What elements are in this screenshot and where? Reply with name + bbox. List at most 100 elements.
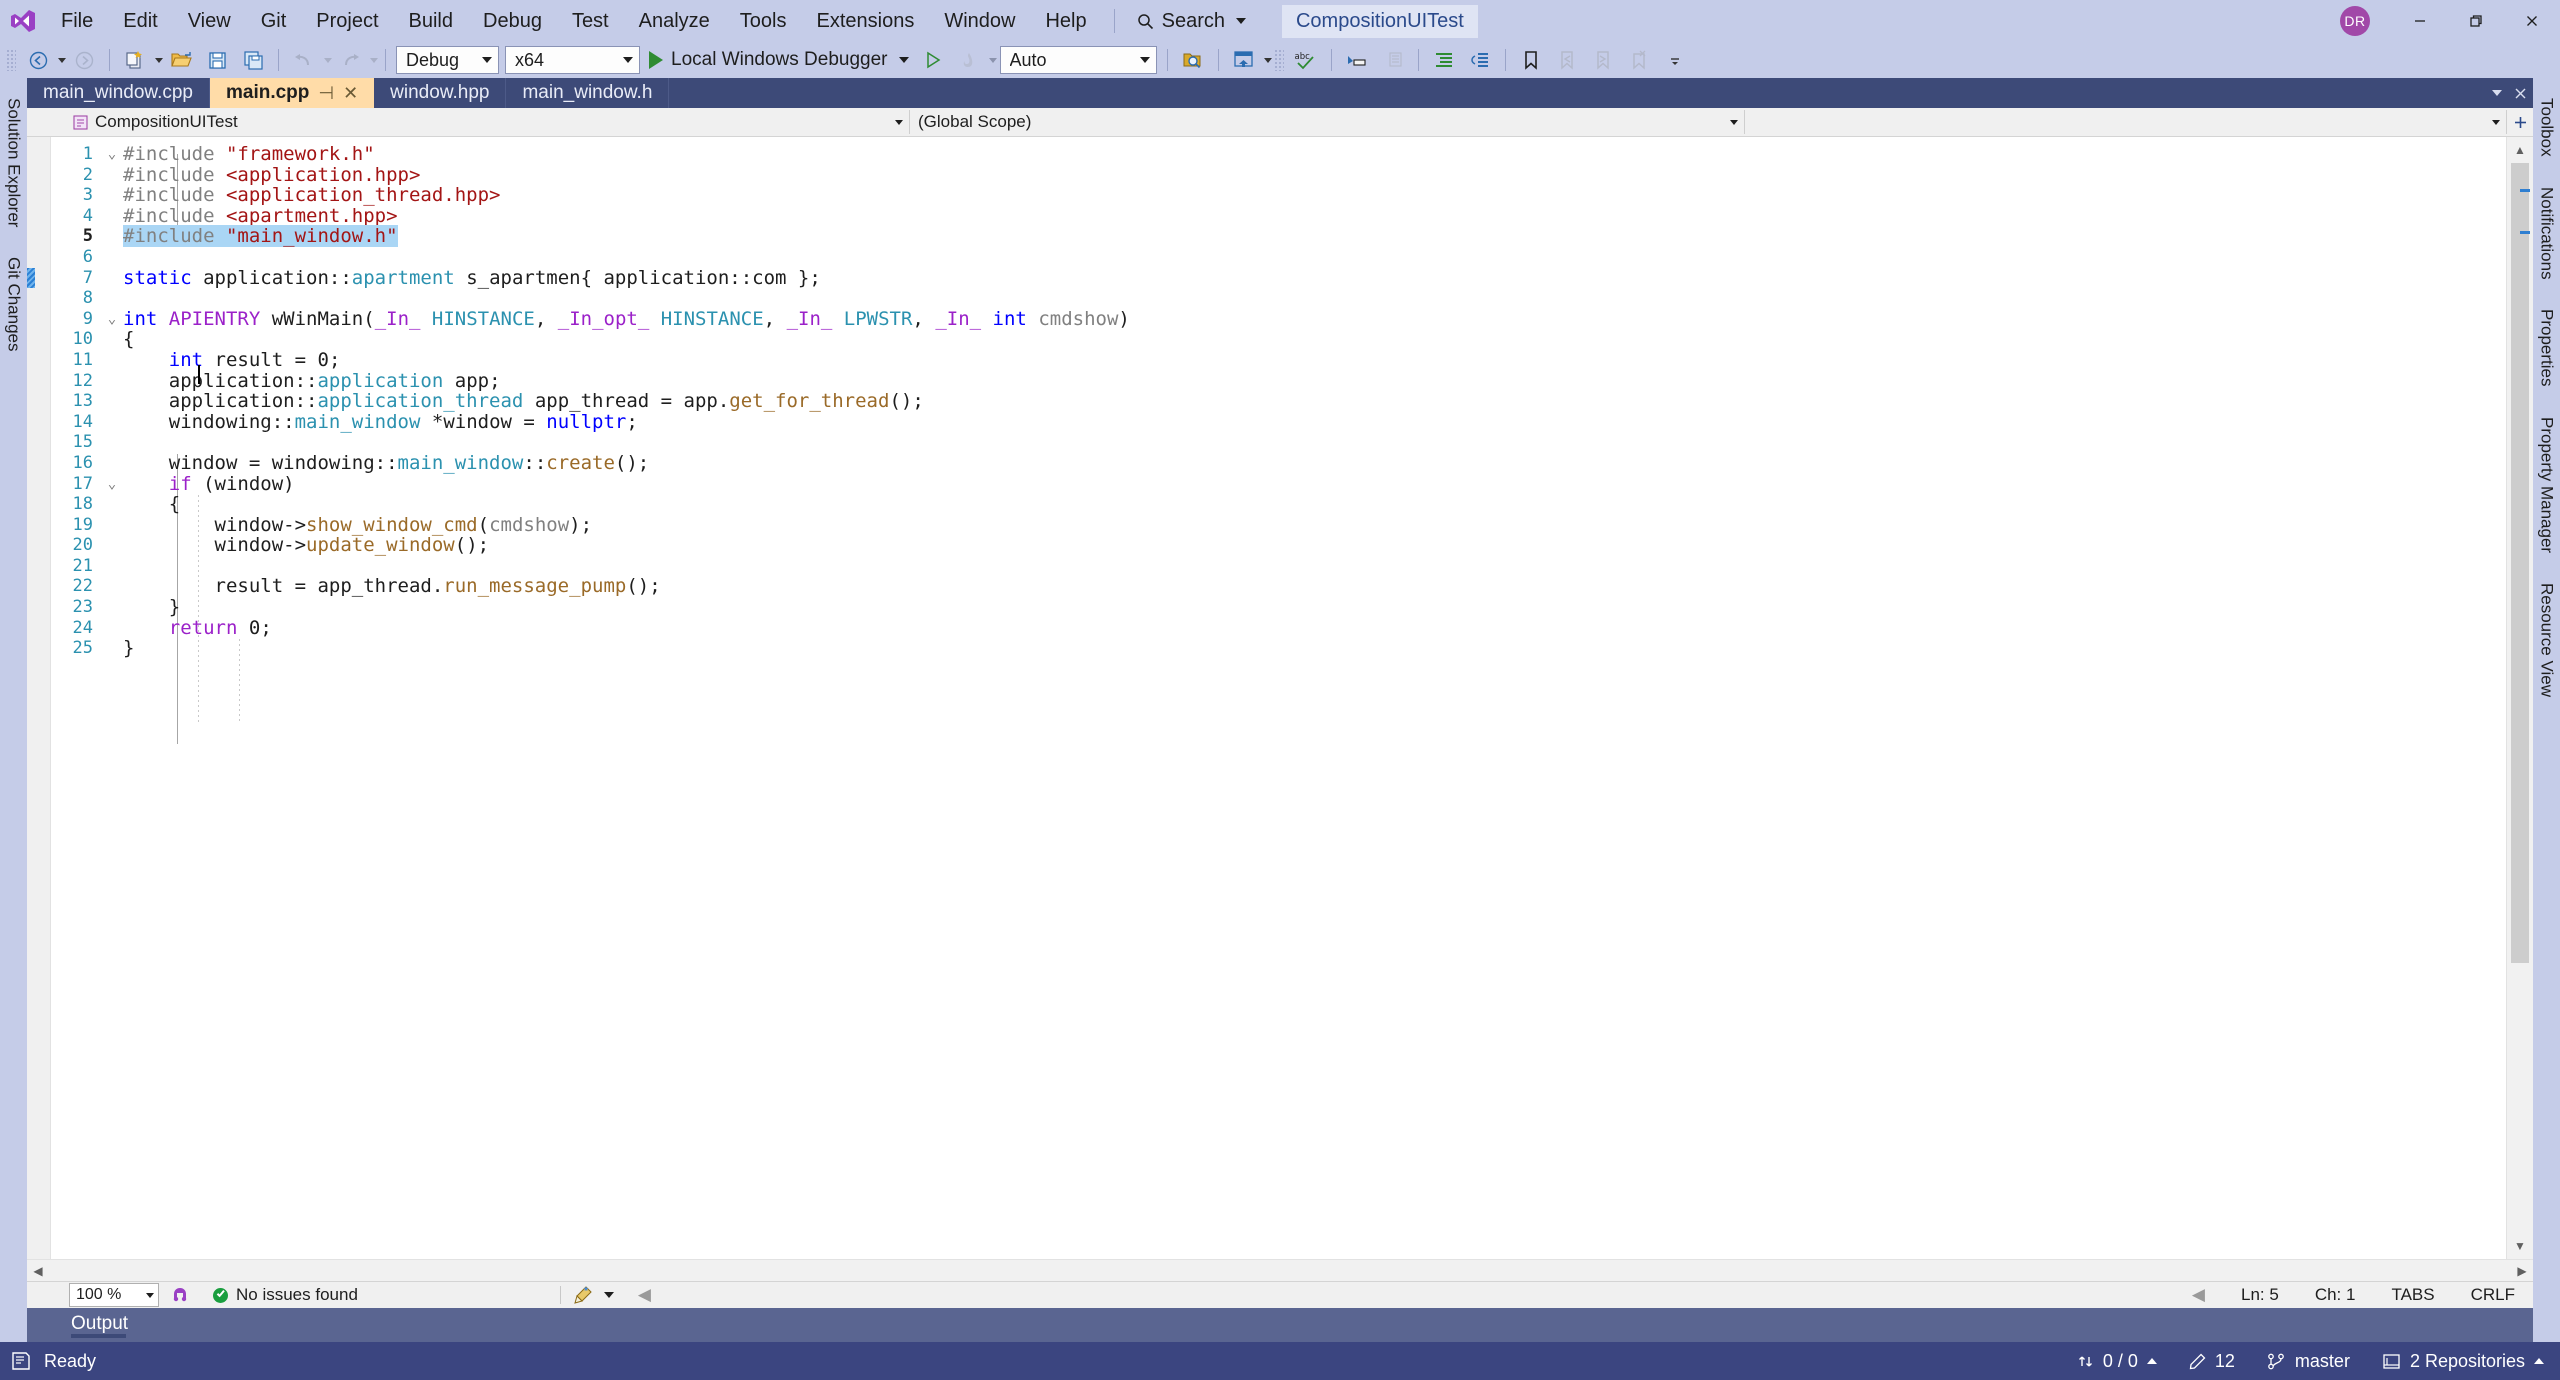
search-button[interactable]: Search: [1127, 5, 1256, 37]
pending-changes[interactable]: 12: [2173, 1342, 2251, 1380]
menu-tools[interactable]: Tools: [725, 0, 802, 42]
collapse-right-icon[interactable]: ◀: [2174, 1285, 2223, 1305]
code-line[interactable]: 7 static application::apartment s_apartme…: [27, 267, 2506, 289]
scroll-right-icon[interactable]: ▶: [2511, 1264, 2533, 1278]
menu-build[interactable]: Build: [394, 0, 468, 42]
code-line[interactable]: 13 application::application_thread app_t…: [27, 391, 2506, 412]
code-line[interactable]: 15: [27, 432, 2506, 453]
code-line[interactable]: 18 {: [27, 494, 2506, 515]
scroll-left-icon[interactable]: ◀: [27, 1264, 49, 1278]
vertical-scroll-thumb[interactable]: [2511, 163, 2529, 963]
new-project-icon[interactable]: [117, 45, 153, 75]
menu-git[interactable]: Git: [246, 0, 302, 42]
hot-reload-dropdown-icon[interactable]: [988, 57, 997, 63]
start-without-debugging-icon[interactable]: [915, 45, 951, 75]
repository-selector[interactable]: 2 Repositories: [2366, 1342, 2560, 1380]
vertical-scroll-track[interactable]: [2507, 163, 2533, 1233]
minimize-icon[interactable]: [2392, 0, 2448, 42]
code-line[interactable]: 17 ⌄ if (window): [27, 473, 2506, 495]
toolbar-grip[interactable]: [6, 49, 16, 71]
member-combo[interactable]: [1745, 110, 2507, 134]
menu-view[interactable]: View: [173, 0, 246, 42]
uncomment-icon[interactable]: [1375, 45, 1411, 75]
save-all-icon[interactable]: [235, 45, 271, 75]
branch-selector[interactable]: master: [2251, 1342, 2366, 1380]
spell-check-icon[interactable]: abc: [1288, 45, 1324, 75]
code-line[interactable]: 1 ⌄ #include "framework.h": [27, 144, 2506, 165]
menu-analyze[interactable]: Analyze: [624, 0, 725, 42]
tab-main-cpp[interactable]: main.cpp ⊣ ✕: [209, 78, 375, 108]
source-control-sync[interactable]: 0 / 0: [2061, 1342, 2173, 1380]
next-bookmark-icon[interactable]: [1585, 45, 1621, 75]
sidebar-item-notifications[interactable]: Notifications: [2532, 172, 2560, 294]
tab-window-hpp[interactable]: window.hpp: [374, 78, 507, 108]
tab-output[interactable]: Output: [67, 1308, 140, 1338]
code-line[interactable]: 11 int result = 0;: [27, 350, 2506, 371]
indent-icon[interactable]: [1426, 45, 1462, 75]
code-line[interactable]: 2 #include <application.hpp>: [27, 164, 2506, 186]
code-line[interactable]: 16 window = windowing::main_window::crea…: [27, 453, 2506, 474]
sidebar-item-toolbox[interactable]: Toolbox: [2532, 84, 2560, 171]
bookmark-icon[interactable]: [1513, 45, 1549, 75]
find-in-files-icon[interactable]: [1175, 45, 1211, 75]
close-icon[interactable]: ✕: [343, 83, 358, 104]
tab-main-window-h[interactable]: main_window.h: [506, 78, 670, 108]
menu-extensions[interactable]: Extensions: [801, 0, 929, 42]
code-line[interactable]: 23 }: [27, 597, 2506, 618]
menu-help[interactable]: Help: [1030, 0, 1101, 42]
fold-collapse-icon[interactable]: ⌄: [101, 474, 123, 495]
menu-project[interactable]: Project: [301, 0, 393, 42]
zoom-combo[interactable]: 100 %: [69, 1283, 159, 1307]
menu-debug[interactable]: Debug: [468, 0, 557, 42]
configuration-combo[interactable]: Debug: [396, 46, 499, 74]
code-line[interactable]: 21: [27, 556, 2506, 577]
back-icon[interactable]: [20, 45, 56, 75]
editor-vertical-scrollbar[interactable]: ▲ ▼: [2506, 137, 2533, 1259]
scroll-up-icon[interactable]: ▲: [2507, 137, 2533, 163]
sidebar-item-git-changes[interactable]: Git Changes: [0, 243, 28, 366]
code-line[interactable]: 10 {: [27, 329, 2506, 350]
toolbar-grip-2[interactable]: [1273, 49, 1284, 71]
project-combo[interactable]: CompositionUITest: [65, 110, 910, 134]
open-file-icon[interactable]: [163, 45, 199, 75]
scope-combo[interactable]: (Global Scope): [910, 110, 1745, 134]
prev-bookmark-icon[interactable]: [1549, 45, 1585, 75]
process-combo[interactable]: Auto: [999, 46, 1157, 74]
fold-collapse-icon[interactable]: ⌄: [101, 144, 123, 165]
pin-icon[interactable]: ⊣: [318, 83, 334, 104]
sidebar-item-resource-view[interactable]: Resource View: [2532, 568, 2560, 711]
code-line[interactable]: 25}: [27, 638, 2506, 659]
menu-test[interactable]: Test: [557, 0, 624, 42]
screen-reader-icon[interactable]: [159, 1286, 201, 1304]
editor-horizontal-scrollbar[interactable]: ◀ ▶: [27, 1259, 2533, 1281]
code-editor[interactable]: 1 ⌄ #include "framework.h" 2 #include <appli…: [27, 137, 2506, 1259]
platform-combo[interactable]: x64: [505, 46, 640, 74]
code-line[interactable]: 9 ⌄ int APIENTRY wWinMain(_In_ HINSTANCE, …: [27, 308, 2506, 330]
code-line[interactable]: 19 window->show_window_cmd(cmdshow);: [27, 514, 2506, 536]
indent-mode-indicator[interactable]: TABS: [2373, 1285, 2452, 1305]
window-layout-icon[interactable]: [1226, 45, 1262, 75]
code-line[interactable]: 22 result = app_thread.run_message_pump(…: [27, 576, 2506, 597]
code-line[interactable]: 14 windowing::main_window *window = null…: [27, 411, 2506, 433]
code-line[interactable]: 6: [27, 247, 2506, 268]
window-layout-dropdown-icon[interactable]: [1263, 57, 1272, 63]
code-line[interactable]: 3 #include <application_thread.hpp>: [27, 185, 2506, 206]
new-project-dropdown-icon[interactable]: [155, 57, 163, 63]
code-line[interactable]: 24 return 0;: [27, 617, 2506, 639]
code-line[interactable]: 4 #include <apartment.hpp>: [27, 205, 2506, 227]
restore-icon[interactable]: [2448, 0, 2504, 42]
code-line[interactable]: 12 application::application app;: [27, 370, 2506, 392]
sidebar-item-property-manager[interactable]: Property Manager: [2532, 402, 2560, 567]
close-icon[interactable]: [2504, 0, 2560, 42]
close-document-icon[interactable]: [2514, 87, 2527, 100]
forward-icon[interactable]: [66, 45, 102, 75]
menu-edit[interactable]: Edit: [108, 0, 172, 42]
collapse-left-icon[interactable]: ◀: [626, 1285, 663, 1305]
redo-icon[interactable]: [332, 45, 368, 75]
tab-main-window-cpp[interactable]: main_window.cpp: [27, 78, 210, 108]
undo-dropdown-icon[interactable]: [324, 57, 332, 63]
clear-bookmarks-icon[interactable]: [1621, 45, 1657, 75]
sidebar-item-properties[interactable]: Properties: [2532, 295, 2560, 401]
code-line[interactable]: 8: [27, 288, 2506, 309]
toolbar-overflow-icon[interactable]: [1657, 45, 1693, 75]
